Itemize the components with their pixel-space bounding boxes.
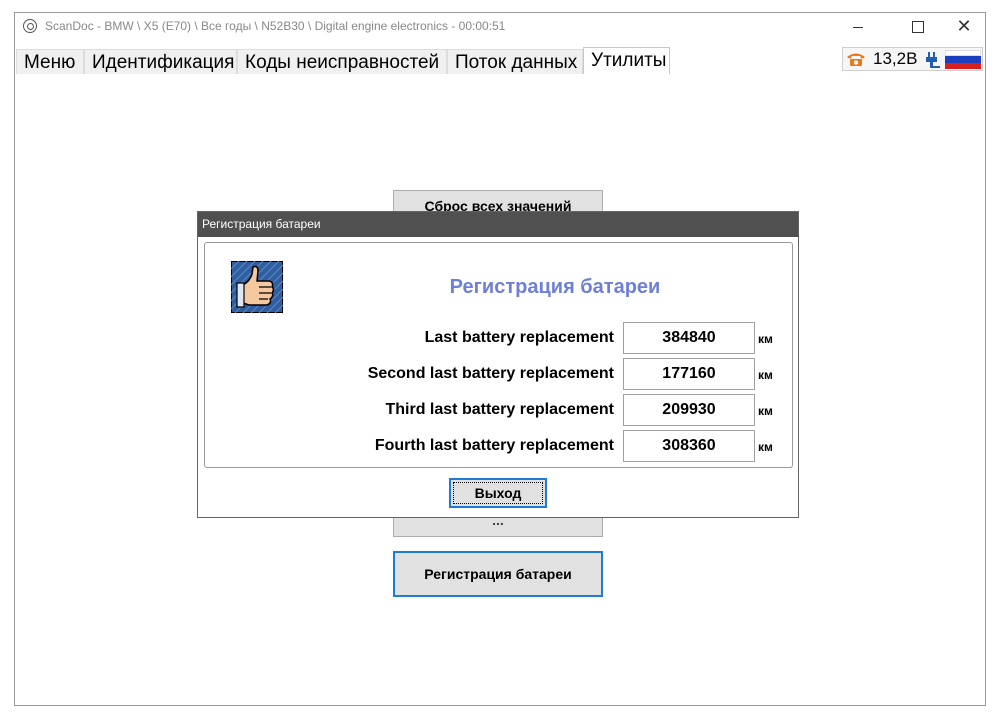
status-panel: 13,2В (842, 47, 983, 71)
value-field-fourth: 308360 (623, 430, 755, 462)
unit-label-third: км (758, 404, 773, 418)
maximize-icon (912, 21, 924, 33)
battery-registration-dialog: Регистрация батареи Регистрация батареи … (197, 211, 799, 518)
app-icon (23, 19, 37, 33)
tab-utilities[interactable]: Утилиты (583, 47, 670, 74)
unit-label-fourth: км (758, 440, 773, 454)
row-label-fourth: Fourth last battery replacement (374, 437, 614, 454)
row-label-last: Last battery replacement (424, 329, 614, 346)
unit-label-second: км (758, 368, 773, 382)
minimize-button[interactable] (835, 13, 881, 41)
dialog-title: Регистрация батареи (198, 212, 798, 237)
tab-menu[interactable]: Меню (16, 49, 84, 74)
tab-identification[interactable]: Идентификация (84, 49, 237, 74)
voltage-readout: 13,2В (873, 49, 918, 68)
close-icon: ✕ (956, 16, 972, 37)
row-label-third: Third last battery replacement (385, 401, 614, 418)
thumbs-up-icon (231, 261, 283, 313)
title-bar: ScanDoc - BMW \ X5 (E70) \ Все годы \ N5… (15, 13, 985, 41)
close-button[interactable]: ✕ (941, 13, 987, 41)
window-title: ScanDoc - BMW \ X5 (E70) \ Все годы \ N5… (45, 19, 506, 33)
phone-icon (847, 53, 865, 66)
exit-button[interactable]: Выход (449, 478, 547, 508)
battery-registration-button[interactable]: Регистрация батареи (393, 551, 603, 597)
focus-outline (453, 482, 543, 504)
plug-icon (926, 52, 940, 68)
unit-label-last: км (758, 332, 773, 346)
language-flag-icon[interactable] (945, 50, 981, 69)
dialog-panel: Регистрация батареи Last battery replace… (204, 242, 793, 468)
row-label-second: Second last battery replacement (367, 365, 614, 382)
value-field-third: 209930 (623, 394, 755, 426)
tab-data-stream[interactable]: Поток данных (447, 49, 583, 74)
minimize-icon (853, 26, 863, 28)
tab-fault-codes[interactable]: Коды неисправностей (237, 49, 447, 74)
hidden-utility-button[interactable]: ... (393, 515, 603, 537)
tab-bar: Меню Идентификация Коды неисправностей П… (15, 47, 985, 75)
value-field-last: 384840 (623, 322, 755, 354)
dialog-heading: Регистрация батареи (449, 276, 661, 298)
maximize-button[interactable] (895, 13, 941, 41)
value-field-second: 177160 (623, 358, 755, 390)
